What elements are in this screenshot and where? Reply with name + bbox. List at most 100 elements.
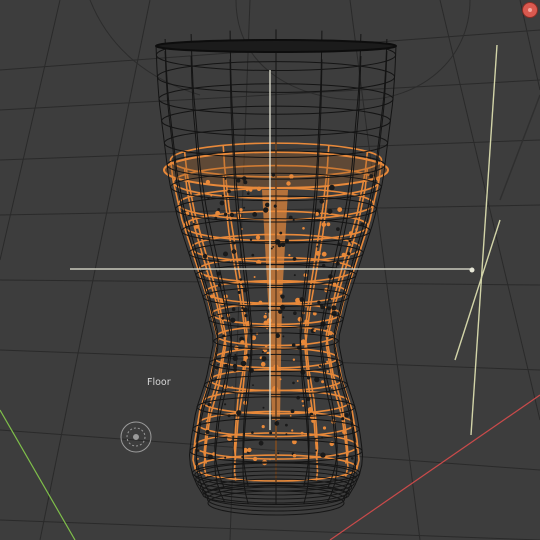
particle [221,316,225,320]
particle [279,290,283,294]
particle [281,302,284,305]
particle [249,238,253,241]
particle [279,378,282,381]
particle [247,192,250,195]
particle [271,173,276,177]
particle [289,415,292,417]
particle [221,194,224,197]
particle [301,400,304,403]
particle [210,194,213,197]
particle [279,231,283,235]
particle [243,206,246,209]
particle [240,340,245,345]
particle [304,319,309,324]
particle [269,458,271,461]
bubble-column [262,190,288,420]
particle [342,430,346,434]
particle [229,212,235,218]
particle [302,404,305,407]
particle [202,253,208,259]
particle [231,386,234,389]
particle [326,306,332,311]
particle [313,329,317,332]
particle [219,200,225,206]
particle [223,212,228,217]
particle [262,406,265,409]
particle [269,431,273,435]
particle [237,290,241,294]
particle [296,395,301,400]
particle [297,316,303,322]
particle [341,252,346,257]
particle [253,276,256,278]
particle [336,227,340,232]
particle [320,452,326,458]
particle [207,402,211,407]
particle [321,380,325,384]
particle [239,278,243,281]
particle [215,210,221,216]
particle [252,456,258,462]
particle [230,259,232,262]
particle [232,363,238,369]
particle [321,251,327,257]
particle [328,331,333,336]
grid-line [0,0,61,261]
particle [282,316,285,319]
particle [234,353,237,356]
particle [240,360,247,367]
particle [326,222,331,227]
particle [286,181,291,186]
particle [258,440,264,446]
particle [280,304,286,310]
particle [236,178,241,183]
particle [337,207,343,213]
particle [217,364,219,366]
particle [277,452,280,455]
particle [227,189,231,194]
particle [344,413,349,418]
particle [263,207,269,213]
particle [243,355,248,360]
3d-viewport[interactable]: Floor [0,0,540,540]
particle [329,184,335,191]
particle [355,228,358,231]
gizmo-x-axis-icon[interactable] [522,2,538,18]
particle [322,426,327,430]
particle [291,343,296,347]
particle [205,179,211,185]
particle [300,431,304,435]
particle [292,358,296,361]
particle [247,447,252,453]
floor-object-label: Floor [147,377,171,388]
particle [274,421,280,426]
particle [219,429,222,432]
particle [285,423,288,427]
glass-wireframe [155,29,397,505]
particle [252,212,258,217]
particle [219,298,222,301]
particle [348,243,351,246]
particle [315,250,321,256]
particle [263,320,269,326]
particle [223,251,228,257]
particle [270,247,273,250]
particle [231,249,237,254]
particle [290,409,295,414]
particle [292,257,297,261]
particle [236,410,242,416]
particle [244,314,248,318]
grid-line [0,519,540,540]
particle [217,208,221,211]
viewport-scene[interactable] [0,0,540,540]
particle [245,188,249,192]
particle [319,364,322,367]
particle [272,246,275,248]
particle [264,312,267,315]
particle [224,177,227,180]
particle [261,356,267,362]
particle [280,294,283,298]
glass-rim [155,39,397,53]
particle [265,202,270,208]
particle [224,456,227,459]
